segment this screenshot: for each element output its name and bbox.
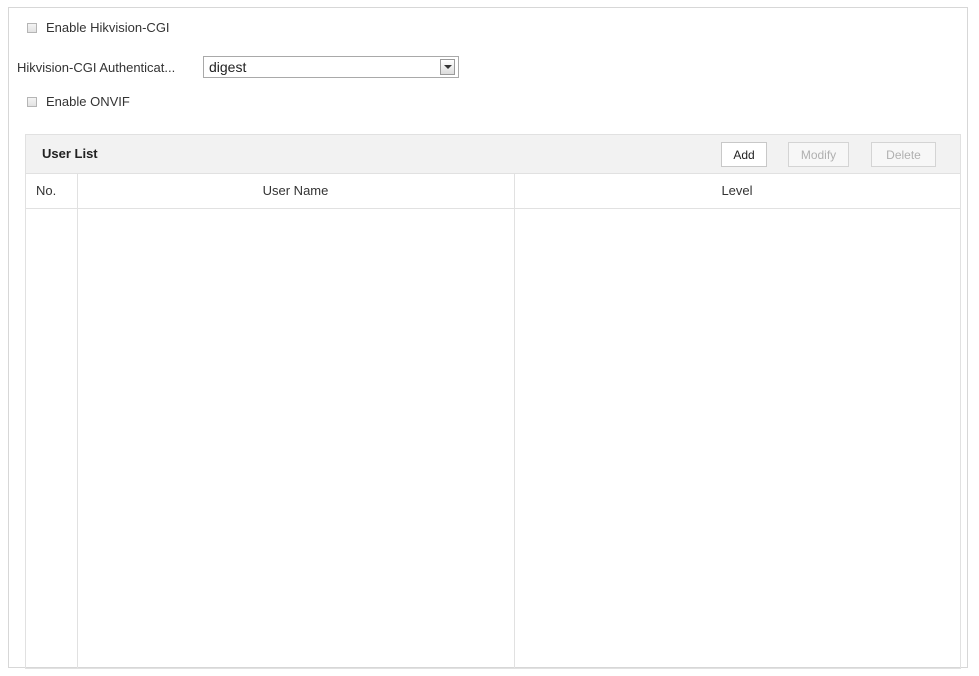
modify-user-button[interactable]: Modify [788,142,849,167]
authentication-select-value: digest [209,59,247,75]
column-header-user-name[interactable]: User Name [77,174,514,208]
authentication-select[interactable]: digest [203,56,459,78]
enable-onvif-checkbox[interactable] [27,96,37,107]
user-list-header: User List Add Modify Delete [26,135,960,173]
add-user-button[interactable]: Add [721,142,767,167]
delete-user-button[interactable]: Delete [871,142,936,167]
user-list-title: User List [42,146,98,161]
user-list-body [26,209,960,668]
enable-hikvision-cgi-row: Enable Hikvision-CGI [27,20,170,35]
enable-hikvision-cgi-label: Enable Hikvision-CGI [46,20,170,35]
enable-onvif-label: Enable ONVIF [46,94,130,109]
user-list-column-headers: No. User Name Level [26,173,960,209]
chevron-down-icon[interactable] [440,59,455,75]
enable-hikvision-cgi-checkbox[interactable] [27,22,37,33]
user-list-table: User List Add Modify Delete No. User Nam… [25,134,961,669]
authentication-label: Hikvision-CGI Authenticat... [17,59,176,75]
integration-protocol-panel: Enable Hikvision-CGI Hikvision-CGI Authe… [8,7,968,669]
column-header-no[interactable]: No. [26,174,77,208]
authentication-row: Hikvision-CGI Authenticat... digest [17,56,459,78]
enable-onvif-row: Enable ONVIF [27,94,130,109]
column-header-level[interactable]: Level [514,174,960,208]
